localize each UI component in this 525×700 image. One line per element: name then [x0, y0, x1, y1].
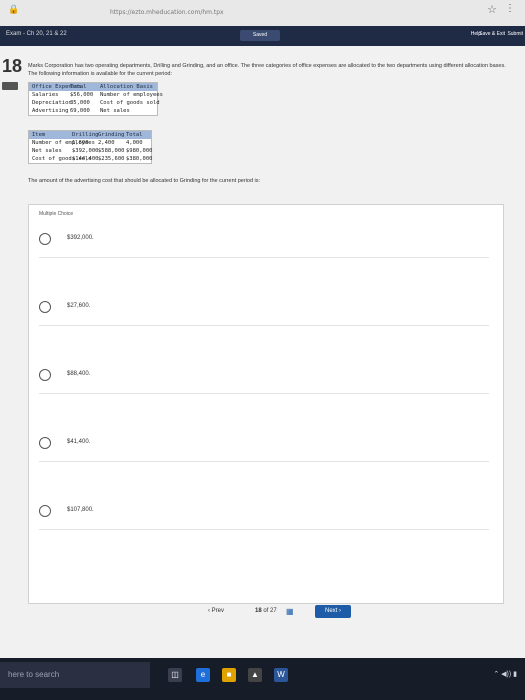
table-cell: Cost of goods sold: [32, 156, 92, 162]
question-prompt: The amount of the advertising cost that …: [28, 178, 261, 184]
table-row: Number of employees 1,600 2,400 4,000: [29, 139, 151, 147]
header-cell: Drilling: [72, 132, 99, 138]
radio-button[interactable]: [39, 505, 51, 517]
table-cell: 2,400: [98, 140, 115, 146]
radio-button[interactable]: [39, 301, 51, 313]
table-cell: Net sales: [100, 108, 130, 114]
choice-label: $41,400.: [67, 439, 91, 445]
table-cell: $235,600: [98, 156, 125, 162]
table-cell: Cost of goods sold: [100, 100, 160, 106]
submit-button[interactable]: Submit: [507, 31, 523, 37]
next-label: Next: [324, 608, 338, 614]
table-row: Cost of goods sold $144,400 $235,600 $38…: [29, 155, 153, 163]
star-icon[interactable]: ☆: [487, 3, 497, 16]
page-indicator: 18 of 27: [255, 608, 277, 614]
departments-table: Item Drilling Grinding Total Number of e…: [28, 130, 153, 164]
taskbar-search[interactable]: here to search: [0, 662, 150, 688]
exam-header: Exam - Ch 20, 21 & 22 Saved Help Save & …: [0, 26, 525, 46]
choice-label: $107,800.: [67, 507, 94, 513]
table-header: Office Expenses Total Allocation Basis: [29, 83, 157, 91]
table-cell: Number of employees: [32, 140, 95, 146]
choice-option[interactable]: $27,600.: [39, 291, 489, 331]
store-icon[interactable]: ▲: [248, 668, 262, 682]
page-current: 18: [255, 608, 262, 614]
word-icon[interactable]: W: [274, 668, 288, 682]
multiple-choice-box: Multiple Choice $392,000. $27,600. $88,4…: [28, 204, 504, 604]
taskbar: here to search ◫ e ■ ▲ W ⌃ ◀)) ▮: [0, 658, 525, 700]
exam-title: Exam - Ch 20, 21 & 22: [6, 31, 67, 37]
table-cell: $56,000: [70, 92, 94, 98]
menu-icon[interactable]: ⋮: [505, 3, 515, 14]
table-cell: $588,000: [98, 148, 125, 154]
table-cell: 35,000: [70, 100, 90, 106]
header-cell: Office Expenses: [32, 84, 82, 90]
save-exit-button[interactable]: Save & Exit: [479, 31, 505, 37]
divider: [39, 393, 489, 394]
table-cell: Number of employees: [100, 92, 163, 98]
choice-option[interactable]: $392,000.: [39, 223, 489, 263]
radio-button[interactable]: [39, 233, 51, 245]
edge-icon[interactable]: e: [196, 668, 210, 682]
table-cell: $980,000: [126, 148, 153, 154]
radio-button[interactable]: [39, 369, 51, 381]
table-row: Net sales $392,000 $588,000 $980,000: [29, 147, 153, 155]
radio-button[interactable]: [39, 437, 51, 449]
page-total: of 27: [263, 608, 277, 614]
header-cell: Total: [126, 132, 143, 138]
divider: [39, 461, 489, 462]
table-cell: 4,000: [126, 140, 143, 146]
prev-label: Prev: [211, 608, 225, 614]
header-cell: Allocation Basis: [100, 84, 153, 90]
pagination: ‹ Prev 18 of 27 ▦ Next ›: [0, 602, 525, 624]
expenses-table: Office Expenses Total Allocation Basis S…: [28, 82, 163, 116]
prev-button[interactable]: ‹ Prev: [208, 608, 224, 614]
question-panel: 18 Marks Corporation has two operating d…: [0, 46, 525, 658]
header-cell: Grinding: [98, 132, 125, 138]
question-badge: [2, 82, 18, 90]
divider: [39, 529, 489, 530]
choice-option[interactable]: $88,400.: [39, 359, 489, 399]
lock-icon: 🔒: [8, 4, 20, 14]
table-cell: Advertising: [32, 108, 69, 114]
saved-indicator: Saved: [240, 30, 280, 41]
divider: [39, 257, 489, 258]
table-cell: $392,000: [72, 148, 99, 154]
multiple-choice-label: Multiple Choice: [39, 211, 74, 217]
question-number: 18: [2, 56, 23, 76]
address-bar[interactable]: https://ezto.mheducation.com/hm.tpx: [110, 6, 430, 20]
table-cell: Salaries: [32, 92, 59, 98]
table-row: Salaries $56,000 Number of employees: [29, 91, 163, 99]
table-cell: 1,600: [72, 140, 89, 146]
header-cell: Item: [32, 132, 46, 138]
table-header: Item Drilling Grinding Total: [29, 131, 151, 139]
table-cell: 69,000: [70, 108, 90, 114]
choice-option[interactable]: $107,800.: [39, 495, 489, 535]
table-row: Advertising 69,000 Net sales: [29, 107, 157, 115]
table-cell: Net sales: [32, 148, 62, 154]
divider: [39, 325, 489, 326]
table-cell: $380,000: [126, 156, 153, 162]
choice-label: $88,400.: [67, 371, 91, 377]
screen: 🔒 https://ezto.mheducation.com/hm.tpx ☆ …: [0, 0, 525, 700]
choice-label: $392,000.: [67, 235, 94, 241]
choice-option[interactable]: $41,400.: [39, 427, 489, 467]
table-row: Depreciation 35,000 Cost of goods sold: [29, 99, 160, 107]
table-cell: $144,400: [72, 156, 99, 162]
question-text: Marks Corporation has two operating depa…: [28, 63, 506, 77]
grid-icon[interactable]: ▦: [286, 607, 294, 616]
task-view-icon[interactable]: ◫: [168, 668, 182, 682]
choice-label: $27,600.: [67, 303, 91, 309]
table-cell: Depreciation: [32, 100, 72, 106]
next-button[interactable]: Next ›: [315, 605, 351, 618]
folder-icon[interactable]: ■: [222, 668, 236, 682]
system-tray[interactable]: ⌃ ◀)) ▮: [493, 670, 517, 678]
header-cell: Total: [70, 84, 87, 90]
